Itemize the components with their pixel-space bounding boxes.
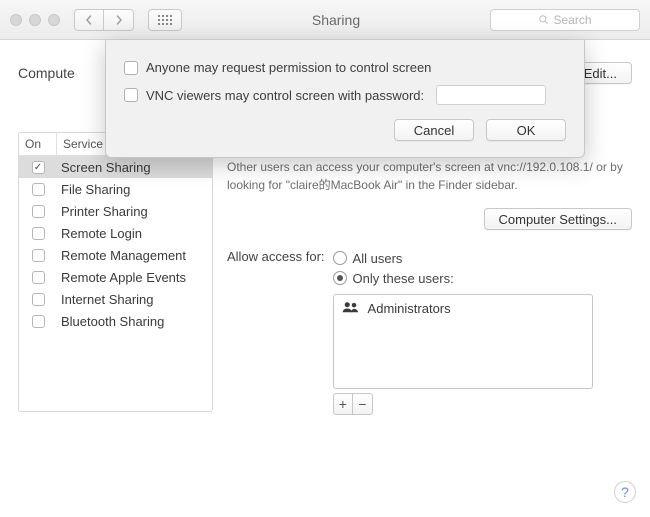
service-label: Remote Apple Events <box>57 270 212 285</box>
service-label: Screen Sharing <box>57 160 212 175</box>
allow-access-row: Allow access for: All users Only these u… <box>227 248 632 415</box>
radio-all-users[interactable] <box>333 251 347 265</box>
service-row[interactable]: Bluetooth Sharing <box>19 310 212 332</box>
service-checkbox[interactable] <box>32 271 45 284</box>
opt-vnc-password: VNC viewers may control screen with pass… <box>124 85 566 105</box>
service-checkbox[interactable] <box>32 161 45 174</box>
user-item-label: Administrators <box>368 301 451 316</box>
search-icon <box>538 14 549 25</box>
forward-button[interactable] <box>104 9 134 31</box>
radio-only-users-label: Only these users: <box>353 271 454 286</box>
service-checkbox[interactable] <box>32 183 45 196</box>
service-checkbox[interactable] <box>32 227 45 240</box>
opt-anyone-request-label: Anyone may request permission to control… <box>146 60 431 75</box>
service-label: Internet Sharing <box>57 292 212 307</box>
titlebar: Sharing Search <box>0 0 650 40</box>
help-button[interactable]: ? <box>614 481 636 503</box>
service-label: Bluetooth Sharing <box>57 314 212 329</box>
computer-name-label: Compute <box>18 65 75 81</box>
search-input[interactable]: Search <box>490 9 640 31</box>
computer-settings-sheet: Anyone may request permission to control… <box>105 40 585 158</box>
users-icon <box>342 300 360 317</box>
column-on: On <box>19 133 57 155</box>
window-title: Sharing <box>190 12 482 28</box>
user-list[interactable]: Administrators <box>333 294 593 389</box>
vnc-password-field[interactable] <box>436 85 546 105</box>
service-row[interactable]: Internet Sharing <box>19 288 212 310</box>
service-row[interactable]: Printer Sharing <box>19 200 212 222</box>
traffic-lights <box>10 14 60 26</box>
service-label: File Sharing <box>57 182 212 197</box>
service-row[interactable]: Remote Login <box>19 222 212 244</box>
computer-settings-button[interactable]: Computer Settings... <box>484 208 633 230</box>
service-checkbox[interactable] <box>32 315 45 328</box>
service-row[interactable]: Remote Apple Events <box>19 266 212 288</box>
nav-buttons <box>74 9 134 31</box>
service-label: Printer Sharing <box>57 204 212 219</box>
service-row[interactable]: Remote Management <box>19 244 212 266</box>
minimize-window-icon[interactable] <box>29 14 41 26</box>
zoom-window-icon[interactable] <box>48 14 60 26</box>
opt-anyone-request: Anyone may request permission to control… <box>124 60 566 75</box>
remove-user-button[interactable]: − <box>353 394 372 414</box>
service-row[interactable]: Screen Sharing <box>19 156 212 178</box>
opt-vnc-password-label: VNC viewers may control screen with pass… <box>146 88 424 103</box>
checkbox-anyone-request[interactable] <box>124 61 138 75</box>
radio-only-users[interactable] <box>333 271 347 285</box>
search-placeholder: Search <box>553 13 591 27</box>
checkbox-vnc-password[interactable] <box>124 88 138 102</box>
service-row[interactable]: File Sharing <box>19 178 212 200</box>
back-button[interactable] <box>74 9 104 31</box>
add-user-button[interactable]: + <box>334 394 354 414</box>
radio-all-users-label: All users <box>353 251 403 266</box>
list-item[interactable]: Administrators <box>334 295 592 322</box>
service-list: On Service Screen SharingFile SharingPri… <box>18 132 213 412</box>
allow-access-label: Allow access for: <box>227 248 325 264</box>
service-checkbox[interactable] <box>32 249 45 262</box>
status-subtext: Other users can access your computer's s… <box>227 158 627 194</box>
ok-button[interactable]: OK <box>486 119 566 141</box>
close-window-icon[interactable] <box>10 14 22 26</box>
service-label: Remote Login <box>57 226 212 241</box>
service-checkbox[interactable] <box>32 293 45 306</box>
user-add-remove: + − <box>333 393 373 415</box>
grid-icon <box>158 15 172 25</box>
service-checkbox[interactable] <box>32 205 45 218</box>
show-all-button[interactable] <box>148 9 182 31</box>
cancel-button[interactable]: Cancel <box>394 119 474 141</box>
service-label: Remote Management <box>57 248 212 263</box>
